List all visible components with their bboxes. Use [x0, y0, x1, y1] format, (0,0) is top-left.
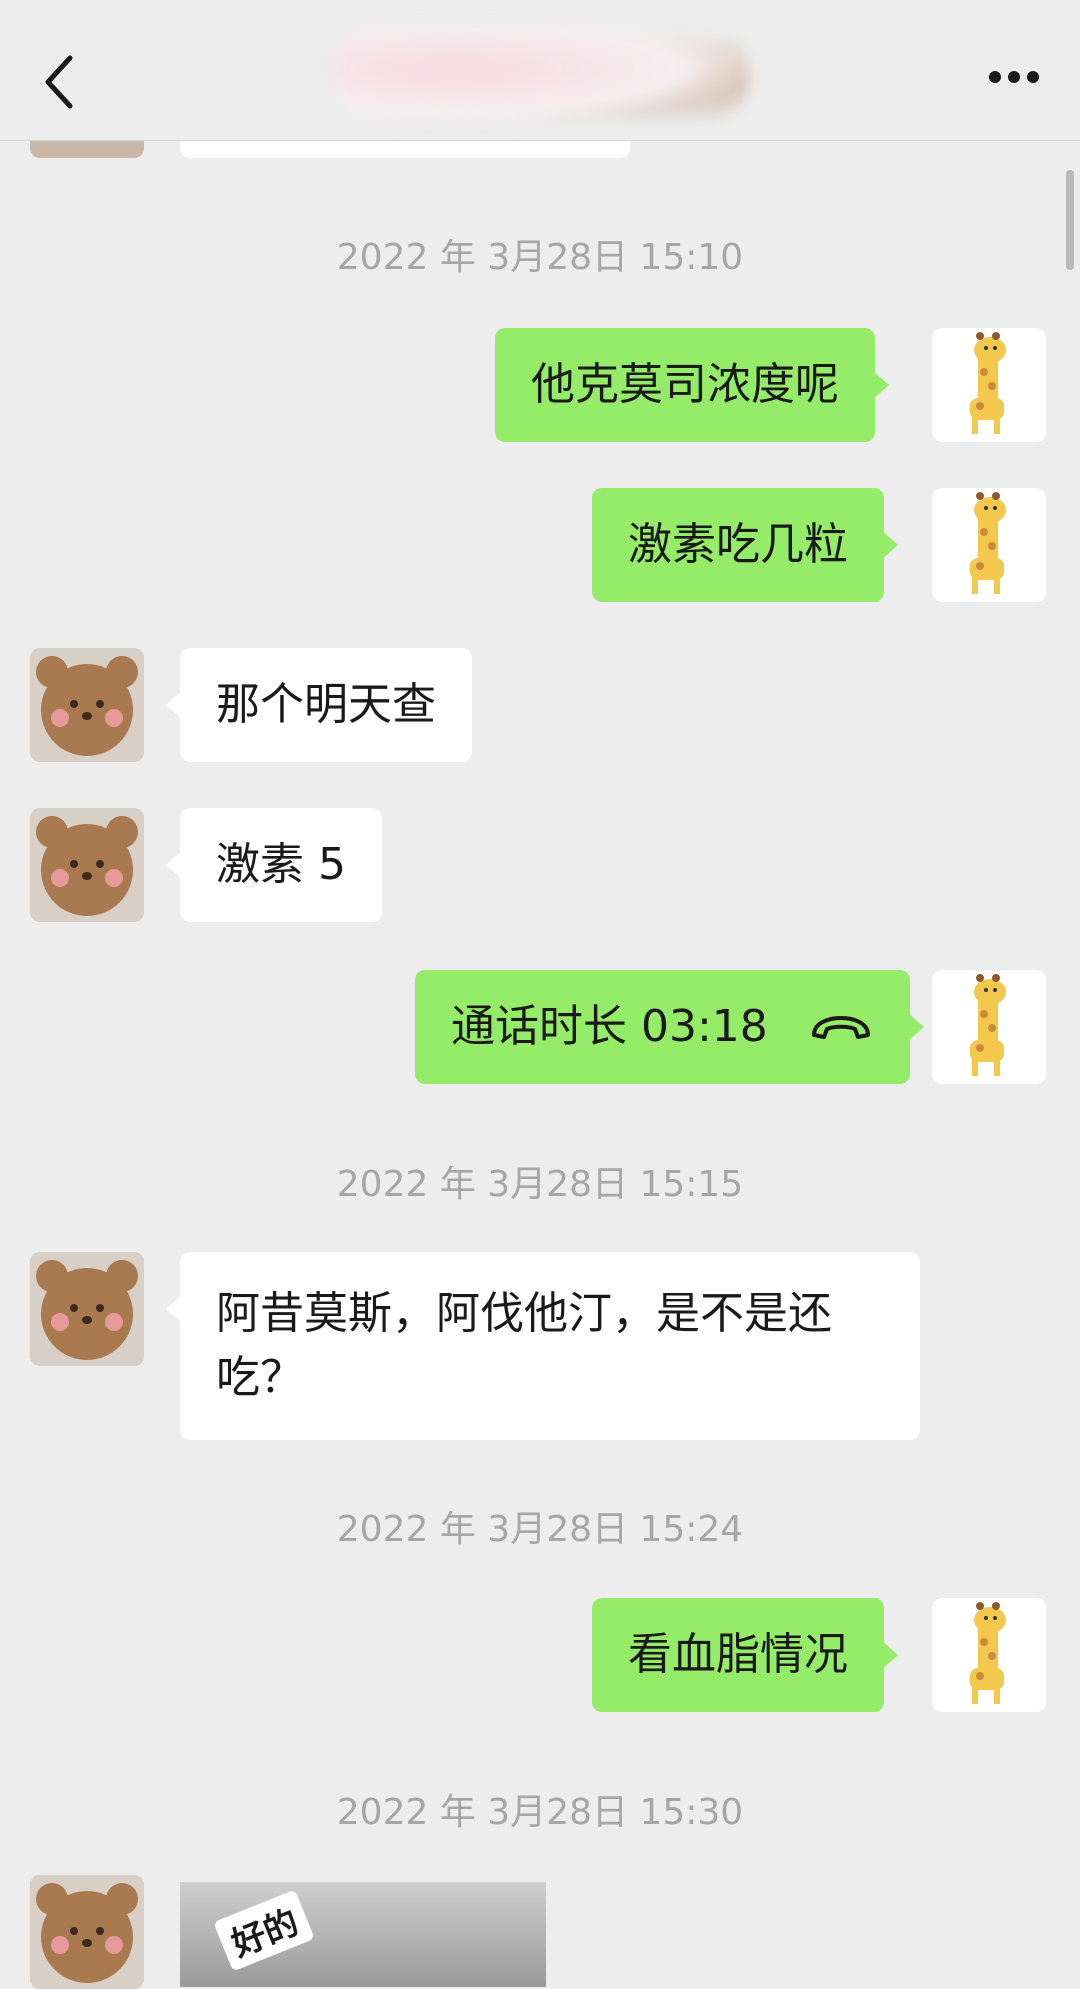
image-message[interactable]: 好的 [180, 1882, 546, 1987]
phone-hangup-icon [811, 1016, 870, 1039]
sticker-caption: 好的 [213, 1889, 315, 1972]
giraffe-icon [970, 492, 1006, 594]
timestamp: 2022 年 3月28日 15:30 [336, 1792, 744, 1833]
contact-name-blurred [330, 24, 750, 124]
self-avatar[interactable] [932, 970, 1046, 1084]
bear-icon [30, 1252, 144, 1366]
self-avatar[interactable] [932, 1598, 1046, 1712]
bear-icon [30, 1875, 144, 1989]
contact-avatar[interactable] [30, 808, 144, 922]
outgoing-message[interactable]: 看血脂情况 [592, 1598, 898, 1712]
timestamp: 2022 年 3月28日 15:15 [336, 1164, 744, 1205]
bear-icon [30, 808, 144, 922]
giraffe-icon [970, 332, 1006, 434]
giraffe-icon [970, 974, 1006, 1076]
call-duration-text: 通话时长 03:18 [451, 1001, 768, 1052]
chat-header [0, 0, 1080, 141]
ellipsis-icon[interactable] [988, 70, 1040, 84]
contact-avatar[interactable] [30, 1252, 144, 1366]
timestamp: 2022 年 3月28日 15:10 [336, 237, 744, 278]
outgoing-message[interactable]: 他克莫司浓度呢 [495, 328, 889, 442]
incoming-message[interactable]: 阿昔莫斯，阿伐他汀，是不是还吃？ [166, 1252, 920, 1440]
chevron-left-icon[interactable] [40, 52, 80, 112]
scrollbar[interactable] [1066, 170, 1074, 270]
self-avatar[interactable] [932, 488, 1046, 602]
self-avatar[interactable] [932, 328, 1046, 442]
contact-avatar[interactable] [30, 1875, 144, 1989]
outgoing-message[interactable]: 激素吃几粒 [592, 488, 898, 602]
call-record-message[interactable]: 通话时长 03:18 [415, 970, 924, 1084]
incoming-message[interactable]: 激素 5 [166, 808, 382, 922]
contact-avatar[interactable] [30, 648, 144, 762]
bear-icon [30, 648, 144, 762]
incoming-message[interactable]: 那个明天查 [166, 648, 472, 762]
giraffe-icon [970, 1602, 1006, 1704]
timestamp: 2022 年 3月28日 15:24 [336, 1509, 744, 1550]
